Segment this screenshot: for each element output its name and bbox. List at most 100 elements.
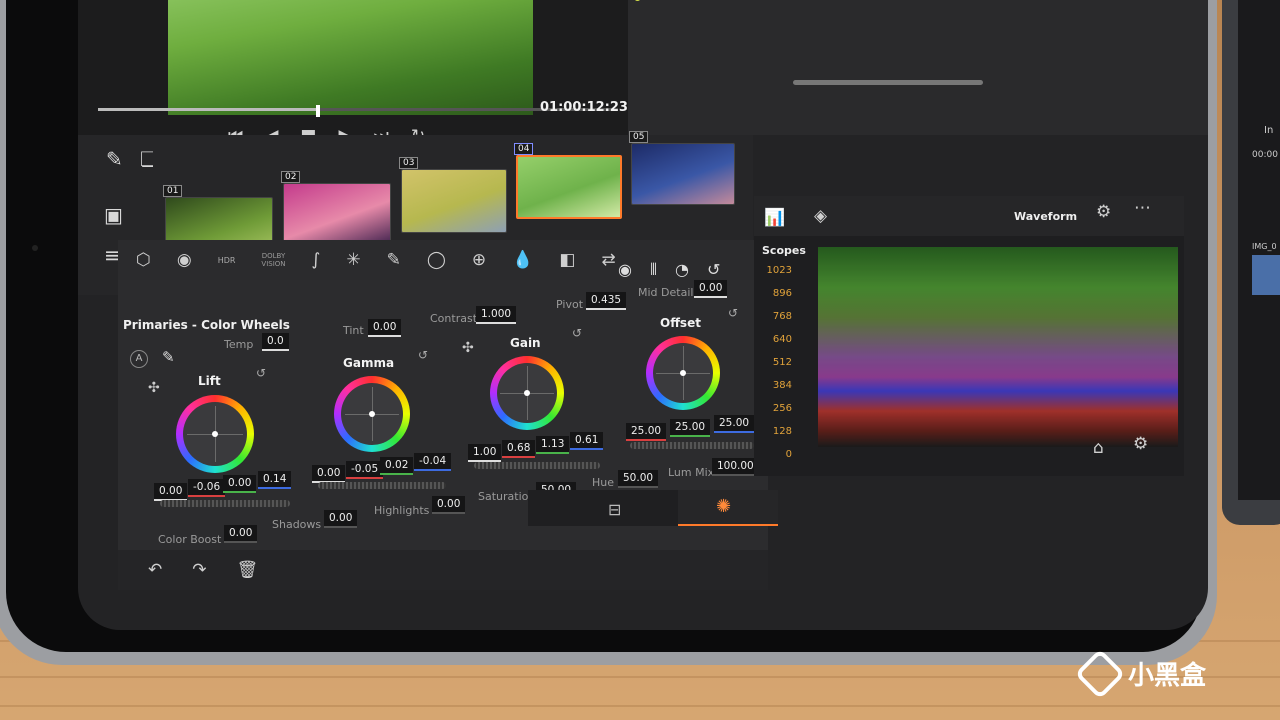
offset-green-value[interactable]: 25.00 — [670, 419, 711, 437]
clip-thumbnail[interactable] — [631, 143, 735, 205]
color-wheels-icon[interactable]: ◉ — [177, 250, 192, 270]
contrast-label: Contrast — [430, 312, 478, 325]
lift-blue-value[interactable]: 0.14 — [258, 471, 292, 489]
offset-reset-icon[interactable]: ↺ — [728, 306, 738, 320]
undo-icon[interactable]: ↶ — [148, 560, 162, 580]
edit-page-icon[interactable]: ⊟ — [608, 500, 621, 519]
bars-mode-icon[interactable]: ⦀ — [650, 260, 657, 280]
gain-reset-icon[interactable]: ↺ — [572, 326, 582, 340]
offset-label: Offset — [660, 316, 701, 330]
gain-green-value[interactable]: 1.13 — [536, 436, 570, 454]
clip-number: 02 — [281, 171, 301, 183]
app-screen: 01:00:12:23 ⏮ ◀ ■ ▶ ⏭ ↻ 01 ✎ ❏ ▣ — [78, 0, 1208, 630]
lightbox-icon[interactable]: ◈ — [814, 206, 827, 226]
gamma-reset-icon[interactable]: ↺ — [418, 348, 428, 362]
gain-wheel[interactable] — [490, 356, 564, 430]
gamma-blue-value[interactable]: -0.04 — [414, 453, 452, 471]
scope-settings-icon[interactable]: ⚙ — [1096, 202, 1111, 222]
clip-view-icon[interactable]: ▣ — [104, 203, 123, 227]
playhead[interactable] — [316, 105, 320, 117]
clip-thumbnail[interactable] — [401, 169, 507, 233]
second-device-timecode: 00:00 — [1252, 150, 1278, 160]
hdr-icon[interactable]: HDR — [218, 256, 236, 265]
key-icon[interactable]: ◧ — [559, 250, 575, 270]
color-warper-icon[interactable]: ✳ — [346, 250, 360, 270]
3d-lut-icon[interactable]: ⬡ — [136, 250, 151, 270]
highlights-value[interactable]: 0.00 — [432, 496, 466, 514]
gamma-red-value[interactable]: -0.05 — [346, 461, 384, 479]
middetail-value[interactable]: 0.00 — [694, 280, 728, 298]
waveform-tick: 384 — [772, 380, 792, 391]
white-balance-picker-icon[interactable]: ✎ — [162, 348, 175, 366]
colorboost-label: Color Boost — [158, 533, 222, 546]
lift-green-value[interactable]: 0.00 — [223, 475, 257, 493]
lift-wheel-puck[interactable] — [212, 431, 218, 437]
hue-value[interactable]: 50.00 — [618, 470, 659, 488]
offset-master-slider[interactable] — [630, 442, 754, 449]
clip-thumbnail-selected[interactable] — [516, 155, 622, 219]
gamma-wheel[interactable] — [334, 376, 410, 452]
offset-blue-value[interactable]: 25.00 — [714, 415, 755, 433]
gamma-label: Gamma — [343, 356, 395, 370]
sizing-icon[interactable]: ⇄ — [601, 250, 615, 270]
settings-gear-icon[interactable]: ⚙ — [1133, 434, 1148, 454]
scope-mode-select[interactable]: Waveform — [1014, 210, 1077, 223]
trash-icon[interactable]: 🗑 — [237, 560, 259, 580]
offset-wheel[interactable] — [646, 336, 720, 410]
offset-wheel-puck[interactable] — [680, 370, 686, 376]
second-device-clip-thumb[interactable] — [1252, 255, 1280, 295]
second-device-in-label: In — [1264, 125, 1274, 136]
shadows-value[interactable]: 0.00 — [324, 510, 358, 528]
color-page-tab[interactable]: ✺ — [678, 490, 778, 526]
offset-red-value[interactable]: 25.00 — [626, 423, 667, 441]
reset-all-icon[interactable]: ↺ — [707, 260, 720, 280]
pivot-value[interactable]: 0.435 — [586, 292, 627, 310]
tint-value[interactable]: 0.00 — [368, 319, 402, 337]
gain-master-value[interactable]: 1.00 — [468, 444, 502, 462]
gain-master-slider[interactable] — [474, 462, 600, 469]
gamma-wheel-puck[interactable] — [369, 411, 375, 417]
dolby-vision-icon[interactable]: DOLBY VISION — [261, 252, 285, 268]
auto-balance-button[interactable]: A — [130, 350, 148, 368]
gain-blue-value[interactable]: 0.61 — [570, 432, 604, 450]
home-icon[interactable]: ⌂ — [1093, 438, 1104, 458]
gamma-master-value[interactable]: 0.00 — [312, 465, 346, 483]
watermark-logo-icon — [1074, 648, 1126, 699]
qualifier-icon[interactable]: ✎ — [387, 250, 401, 270]
waveform-tick: 256 — [772, 403, 792, 414]
color-picker-icon[interactable]: ✎ — [106, 147, 123, 171]
node-editor-panel — [628, 0, 1208, 135]
gain-red-value[interactable]: 0.68 — [502, 440, 536, 458]
lift-picker-icon[interactable]: ✣ — [148, 380, 160, 396]
lift-reset-icon[interactable]: ↺ — [256, 366, 266, 380]
gamma-green-value[interactable]: 0.02 — [380, 457, 414, 475]
more-options-icon[interactable]: ⋯ — [1134, 198, 1151, 218]
blur-icon[interactable]: 💧 — [512, 250, 533, 270]
lift-red-value[interactable]: -0.06 — [188, 479, 226, 497]
waveform-tick: 640 — [772, 334, 792, 345]
gain-picker-icon[interactable]: ✣ — [462, 340, 474, 356]
timecode: 01:00:12:23 — [540, 100, 628, 115]
wheels-mode-icon[interactable]: ◉ — [618, 260, 632, 280]
window-icon[interactable]: ◯ — [427, 250, 446, 270]
gamma-master-slider[interactable] — [318, 482, 446, 489]
scopes-title: Scopes — [762, 244, 806, 257]
node-panel-scrollbar[interactable] — [793, 80, 983, 85]
scopes-toggle-icon[interactable]: 📊 — [764, 208, 785, 228]
contrast-value[interactable]: 1.000 — [476, 306, 517, 324]
lift-master-slider[interactable] — [160, 500, 290, 507]
log-mode-icon[interactable]: ◔ — [675, 260, 689, 280]
temp-label: Temp — [224, 338, 254, 351]
temp-value[interactable]: 0.0 — [262, 333, 289, 351]
clip-thumbnail[interactable] — [283, 183, 391, 247]
watermark: 小黑盒 — [1074, 648, 1206, 699]
colorboost-value[interactable]: 0.00 — [224, 525, 258, 543]
redo-icon[interactable]: ↷ — [192, 560, 206, 580]
curves-icon[interactable]: ∫ — [312, 250, 321, 270]
gain-wheel-puck[interactable] — [524, 390, 530, 396]
lummix-value[interactable]: 100.00 — [712, 458, 759, 476]
lift-master-value[interactable]: 0.00 — [154, 483, 188, 501]
color-page-icon: ✺ — [716, 496, 732, 517]
tracker-icon[interactable]: ⊕ — [472, 250, 486, 270]
lift-wheel[interactable] — [176, 395, 254, 473]
